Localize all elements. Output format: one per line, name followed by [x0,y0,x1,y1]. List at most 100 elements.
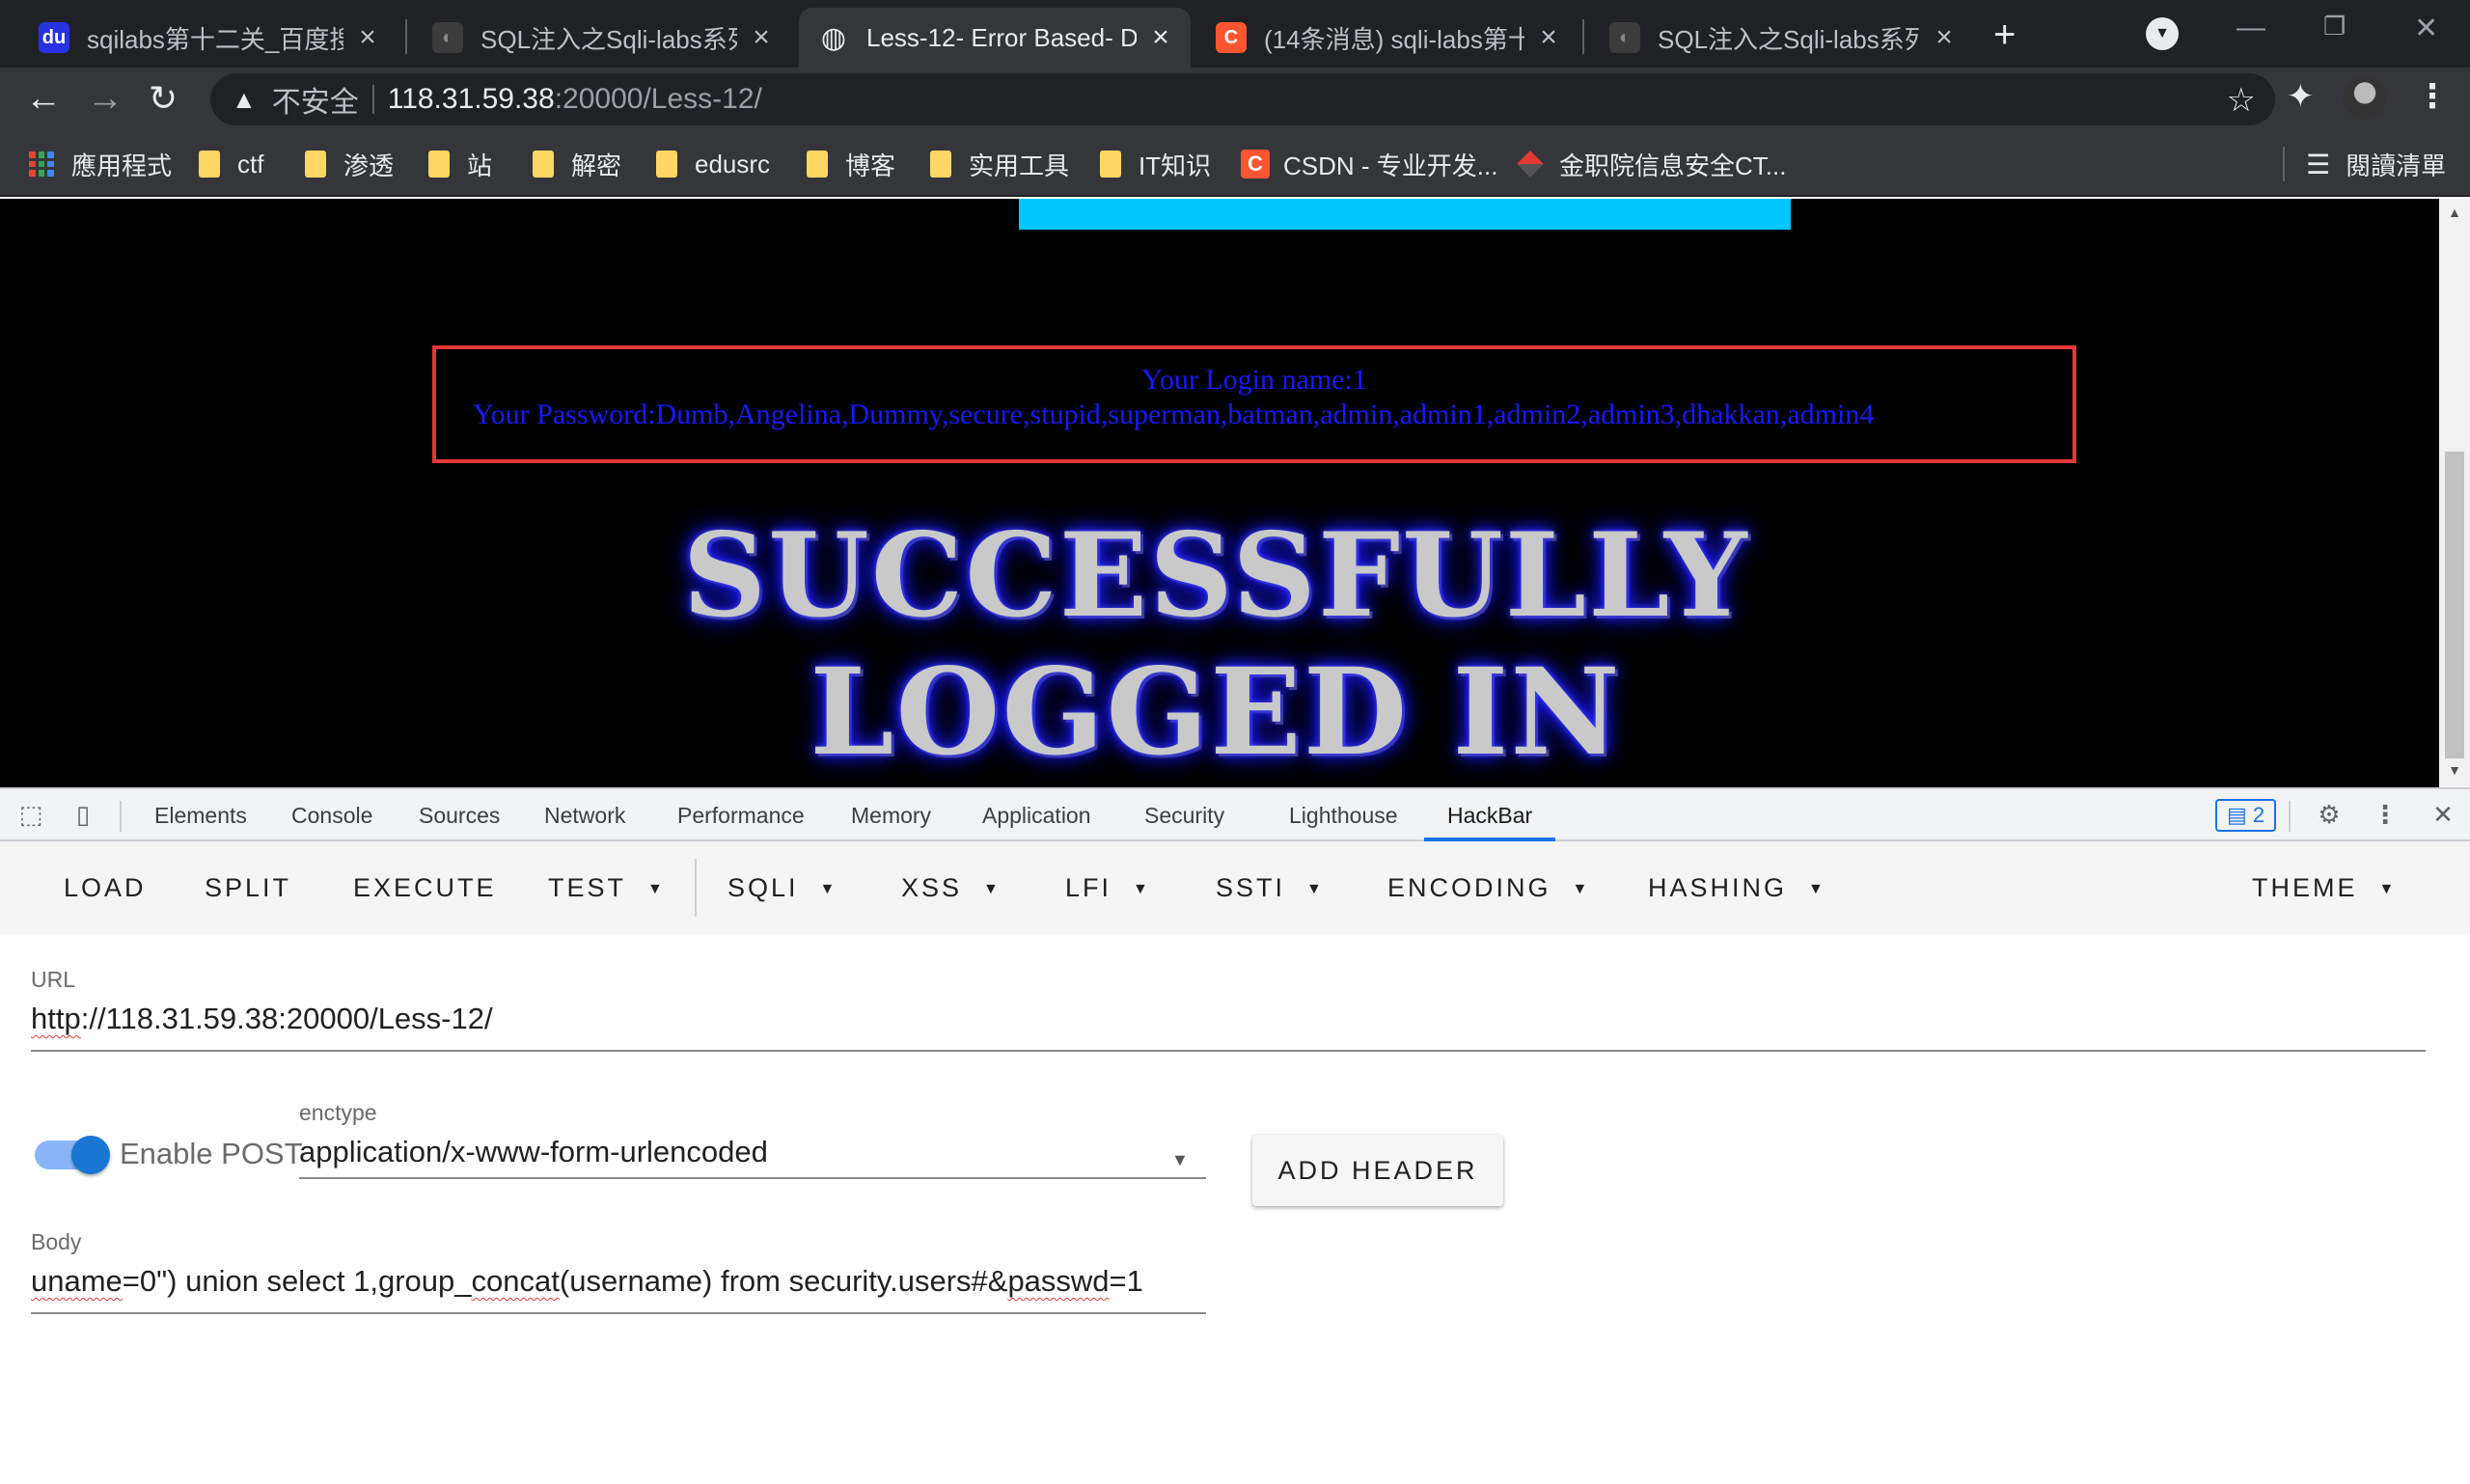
bookmark-folder[interactable]: 实用工具 [930,145,1069,183]
reading-list[interactable]: ☰ 閱讀清單 [2306,145,2446,183]
bookmark-csdn[interactable]: C CSDN - 专业开发... [1241,145,1497,183]
bookmark-folder[interactable]: IT知识 [1100,145,1211,183]
tab-strip: du sqilabs第十二关_百度搜索 × ◐ SQL注入之Sqli-labs系… [0,0,2470,68]
add-header-button[interactable]: ADD HEADER [1252,1135,1503,1206]
sqli-menu-button[interactable]: SQLI ▼ [727,841,837,934]
page-scrollbar[interactable]: ▲ ▼ [2439,199,2470,787]
restore-icon[interactable]: ❐ [2323,12,2346,41]
load-button[interactable]: LOAD [64,841,147,934]
bookmark-folder[interactable]: 博客 [807,145,895,183]
folder-icon [1100,151,1121,178]
body-input[interactable]: uname=0") union select 1,group_concat(us… [31,1264,1143,1299]
devtools-tab-elements[interactable]: Elements [154,789,247,841]
site-logo-icon [1517,151,1544,178]
devtools-tab-console[interactable]: Console [291,789,372,841]
url-input-rest: ://118.31.59.38:20000/Less-12/ [80,1002,493,1035]
dropdown-arrow-icon[interactable]: ▼ [1171,1150,1189,1170]
bookmark-folder[interactable]: 渗透 [305,145,394,183]
close-tab-icon[interactable]: × [1534,21,1563,54]
bookmark-site[interactable]: 金职院信息安全CT... [1517,145,1786,183]
enctype-label: enctype [299,1100,377,1125]
inspect-element-icon[interactable]: ⬚ [17,801,44,828]
folder-icon [656,151,677,178]
page-viewport: Your Login name:1 Your Password:Dumb,Ang… [0,199,2439,787]
reading-list-icon: ☰ [2306,149,2331,179]
hackbar-menu: LOAD SPLIT EXECUTE TEST ▼ SQLI ▼ XSS ▼ LFI ▼… [0,841,2470,934]
tab-search-icon[interactable]: ▼ [2146,17,2179,50]
enable-post-label: Enable POST [120,1137,303,1170]
scroll-up-icon[interactable]: ▲ [2439,205,2470,220]
enable-post-toggle[interactable] [35,1136,110,1174]
minimize-icon[interactable]: — [2237,12,2265,44]
address-bar[interactable]: ▲ 不安全 118.31.59.38:20000/Less-12/ ☆ [210,73,2275,125]
forward-icon[interactable]: → [87,79,124,118]
devtools-tab-hackbar[interactable]: HackBar [1424,789,1556,841]
bookmark-star-icon[interactable]: ☆ [2227,81,2256,120]
device-toolbar-icon[interactable]: ▯ [69,801,96,828]
url-input[interactable]: http://118.31.59.38:20000/Less-12/ [31,1002,493,1036]
csdn-icon: C [1241,150,1270,179]
security-label[interactable]: 不安全 [272,78,359,121]
devtools-tab-performance[interactable]: Performance [677,789,805,841]
caret-down-icon: ▼ [1808,880,1826,897]
new-tab-icon[interactable]: + [1993,14,2016,57]
browser-tab[interactable]: ◐ SQL注入之Sqli-labs系列第 × [1590,8,1974,68]
bookmark-apps[interactable]: 應用程式 [29,145,172,183]
close-tab-icon[interactable]: × [1930,21,1959,54]
close-tab-icon[interactable]: × [353,21,382,54]
enctype-select[interactable]: application/x-www-form-urlencoded [299,1135,768,1169]
folder-icon [428,151,450,178]
bookmark-folder[interactable]: ctf [199,145,263,183]
scroll-down-icon[interactable]: ▼ [2439,762,2470,778]
browser-toolbar: ← → ↻ ▲ 不安全 118.31.59.38:20000/Less-12/ … [0,68,2470,131]
issues-badge[interactable]: ▤ 2 [2215,799,2277,832]
menu-dots-icon[interactable]: ⋮ [2416,77,2449,116]
bookmark-folder[interactable]: edusrc [656,145,770,183]
devtools-tab-application[interactable]: Application [982,789,1091,841]
tab-title: sqilabs第十二关_百度搜索 [87,24,343,54]
browser-tab[interactable]: du sqilabs第十二关_百度搜索 × [19,8,398,68]
browser-tab[interactable]: ◐ SQL注入之Sqli-labs系列第 × [413,8,791,68]
ssti-menu-button[interactable]: SSTI ▼ [1216,841,1325,934]
folder-icon [305,151,326,178]
login-result-box: Your Login name:1 Your Password:Dumb,Ang… [432,345,2076,463]
url-host: 118.31.59.38 [387,83,555,115]
baidu-icon: du [39,22,69,53]
password-text: Your Password:Dumb,Angelina,Dummy,secure… [473,398,1875,430]
close-tab-icon[interactable]: × [1146,21,1175,54]
devtools-tab-memory[interactable]: Memory [851,789,931,841]
lfi-menu-button[interactable]: LFI ▼ [1065,841,1151,934]
login-name-text: Your Login name:1 [1141,364,1367,396]
enctype-underline [299,1177,1206,1179]
theme-menu-button[interactable]: THEME ▼ [2252,841,2397,934]
url-path: :20000/Less-12/ [554,83,762,115]
split-button[interactable]: SPLIT [205,841,291,934]
bookmark-folder[interactable]: 站 [428,145,492,183]
scrollbar-thumb[interactable] [2445,452,2464,758]
caret-down-icon: ▼ [1133,880,1151,897]
devtools-tab-lighthouse[interactable]: Lighthouse [1289,789,1398,841]
browser-tab[interactable]: C (14条消息) sqli-labs第十二 × [1196,8,1578,68]
close-window-icon[interactable]: ✕ [2414,12,2438,45]
reload-icon[interactable]: ↻ [149,79,178,118]
caret-down-icon: ▼ [1306,880,1325,897]
toggle-knob[interactable] [71,1136,110,1174]
more-options-icon[interactable]: ⋮ [2372,801,2399,828]
encoding-menu-button[interactable]: ENCODING ▼ [1387,841,1590,934]
devtools-tab-sources[interactable]: Sources [419,789,500,841]
profile-avatar[interactable] [2343,75,2387,120]
devtools-tab-network[interactable]: Network [544,789,625,841]
test-menu-button[interactable]: TEST ▼ [548,841,666,934]
close-devtools-icon[interactable]: ✕ [2429,801,2456,828]
bookmark-folder[interactable]: 解密 [533,145,621,183]
tab-title: SQL注入之Sqli-labs系列第 [480,24,737,54]
settings-gear-icon[interactable]: ⚙ [2316,801,2343,828]
hashing-menu-button[interactable]: HASHING ▼ [1648,841,1826,934]
devtools-tab-security[interactable]: Security [1144,789,1224,841]
close-tab-icon[interactable]: × [747,21,776,54]
execute-button[interactable]: EXECUTE [353,841,497,934]
back-icon[interactable]: ← [25,79,62,118]
extensions-icon[interactable]: ✦ [2287,77,2315,116]
xss-menu-button[interactable]: XSS ▼ [901,841,1002,934]
browser-tab-active[interactable]: ◍ Less-12- Error Based- Dou × [799,8,1191,68]
